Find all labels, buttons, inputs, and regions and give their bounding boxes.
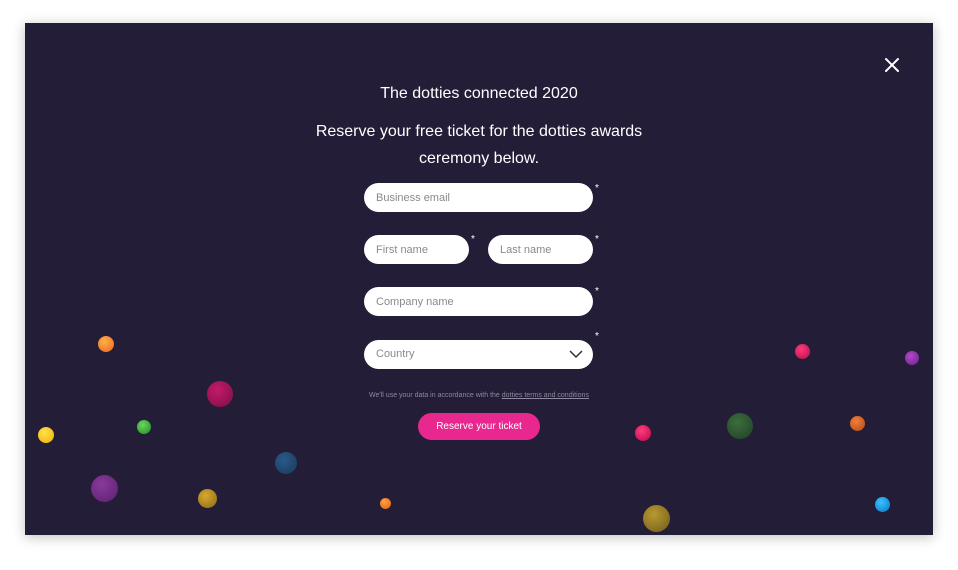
confetti-dot bbox=[137, 420, 151, 434]
reserve-ticket-button[interactable]: Reserve your ticket bbox=[418, 413, 540, 440]
first-name-input[interactable] bbox=[364, 235, 469, 264]
company-name-input[interactable] bbox=[364, 287, 593, 316]
terms-link[interactable]: dotties terms and conditions bbox=[502, 392, 589, 399]
country-select[interactable]: Country bbox=[364, 340, 593, 369]
privacy-note-text: We'll use your data in accordance with t… bbox=[369, 392, 500, 399]
required-mark: * bbox=[595, 331, 599, 342]
confetti-dot bbox=[198, 489, 217, 508]
confetti-dot bbox=[38, 427, 54, 443]
confetti-dot bbox=[905, 351, 919, 365]
country-select-value: Country bbox=[376, 348, 415, 360]
confetti-dot bbox=[643, 505, 670, 532]
privacy-note: We'll use your data in accordance with t… bbox=[25, 391, 933, 401]
required-mark: * bbox=[595, 183, 599, 194]
confetti-dot bbox=[275, 452, 297, 474]
modal-title: The dotties connected 2020 bbox=[380, 85, 578, 102]
confetti-dot bbox=[91, 475, 118, 502]
business-email-input[interactable] bbox=[364, 183, 593, 212]
confetti-dot bbox=[727, 413, 753, 439]
confetti-dot bbox=[795, 344, 810, 359]
ticket-modal: The dotties connected 2020 Reserve your … bbox=[25, 23, 933, 535]
required-mark: * bbox=[595, 286, 599, 297]
close-button[interactable] bbox=[880, 53, 904, 77]
confetti-dot bbox=[635, 425, 651, 441]
last-name-input[interactable] bbox=[488, 235, 593, 264]
required-mark: * bbox=[595, 234, 599, 245]
confetti-dot bbox=[380, 498, 391, 509]
close-icon bbox=[885, 58, 899, 72]
modal-subtitle: Reserve your free ticket for the dotties… bbox=[315, 123, 643, 167]
chevron-down-icon bbox=[569, 350, 583, 359]
confetti-dot bbox=[850, 416, 865, 431]
confetti-dot bbox=[98, 336, 114, 352]
required-mark: * bbox=[471, 234, 475, 245]
confetti-dot bbox=[875, 497, 890, 512]
